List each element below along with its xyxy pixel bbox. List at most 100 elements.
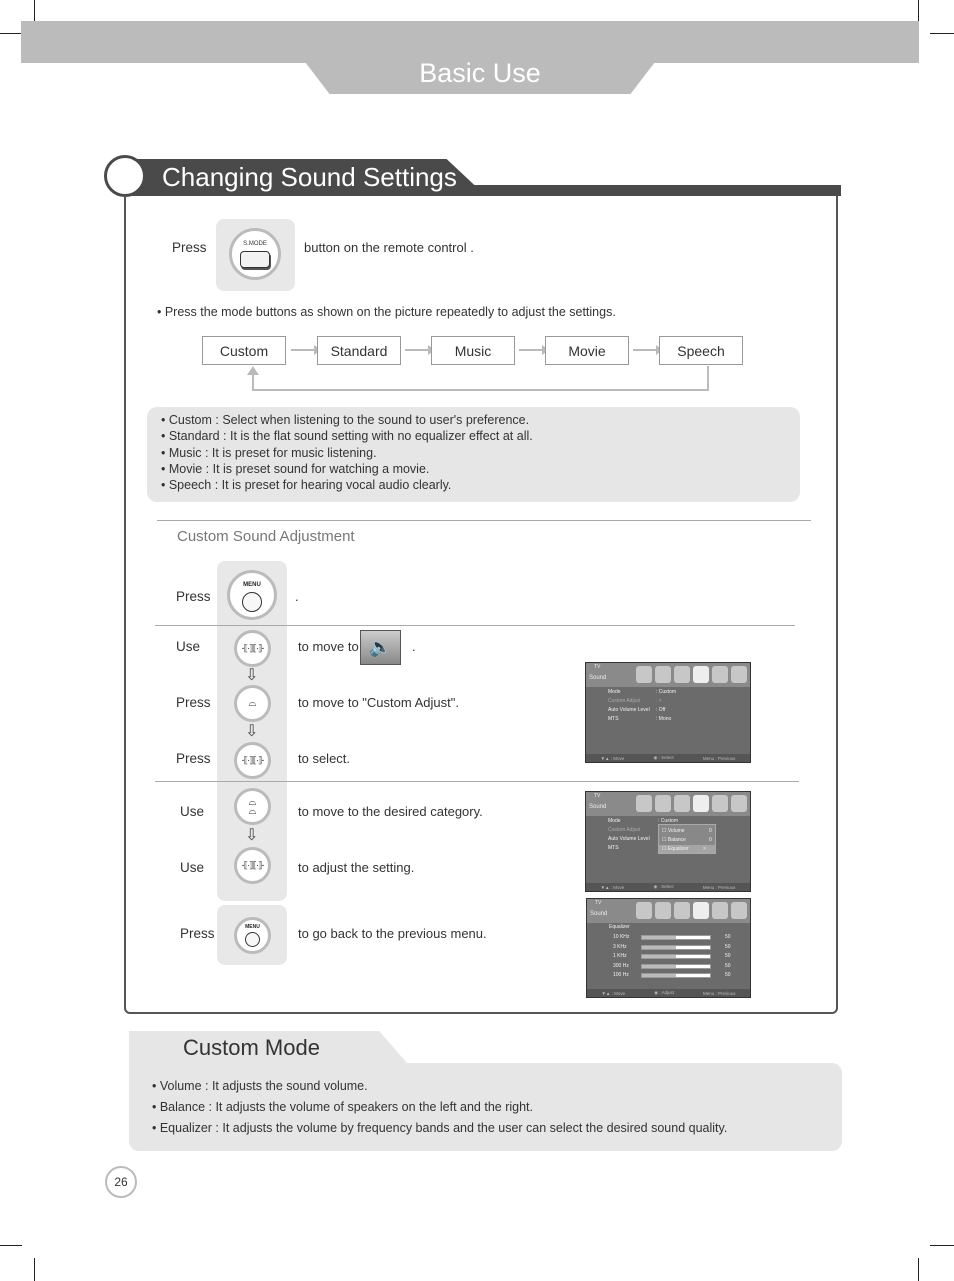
crop-mark [918, 0, 919, 22]
step-verb: Use [180, 860, 205, 875]
divider [155, 625, 795, 626]
tv-screen-sound-menu: TV Sound Mode : Custom Custom Adjust : >… [585, 662, 751, 763]
arrow-up-icon [247, 366, 259, 375]
left-right-button[interactable]: -⟦·⟧⟦·⟧- [234, 630, 271, 667]
tv-footer-hint: ▼▲ : Move [600, 755, 625, 761]
tv-menu-icons [636, 666, 747, 683]
step-text: to select. [298, 751, 351, 766]
arrow-right-icon [291, 345, 321, 355]
popup-item: ☐ Volume [662, 828, 685, 834]
mode-description: • Speech : It is preset for hearing voca… [161, 478, 452, 492]
tv-row-label: Mode [608, 818, 621, 824]
lock-icon [731, 795, 747, 812]
tv-label: TV [594, 793, 601, 799]
smode-button-panel: S.MODE [216, 219, 295, 291]
tv-footer-hint: ▼▲ : Move [601, 990, 626, 996]
down-button[interactable]: ⌓ [234, 685, 271, 722]
tv-label: TV [595, 900, 602, 906]
mode-box-movie: Movie [545, 336, 629, 365]
tv-row-value: : > [656, 698, 662, 704]
eq-band-slider[interactable] [641, 944, 711, 950]
eq-band-fill [642, 955, 676, 958]
tv-screen-equalizer: TV Sound Equalizer 10 KHz 50 3 KHz 50 1 KHz 5… [586, 898, 751, 998]
menu-key-icon [245, 932, 260, 947]
equalizer-header: Equalizer [609, 924, 630, 930]
picture-icon [636, 795, 652, 812]
crop-mark [930, 1245, 954, 1246]
divider [157, 520, 811, 521]
tv-row-label: Auto Volume Level [608, 707, 650, 713]
setup-icon [712, 902, 728, 919]
tv-footer: ▼▲ : Move ◉ : Adjust Menu : Previous [587, 989, 750, 997]
channel-icon [655, 902, 671, 919]
mode-description: • Music : It is preset for music listeni… [161, 446, 377, 460]
menu-key-icon [242, 592, 262, 612]
left-right-button[interactable]: -⟦·⟧⟦·⟧- [234, 847, 271, 884]
arrow-right-icon [405, 345, 435, 355]
step-text: to move to [298, 639, 359, 654]
tv-footer-hint: ▼▲ : Move [600, 884, 625, 890]
smode-button[interactable]: S.MODE [229, 228, 281, 280]
popup-item: ☐ Balance [662, 837, 686, 843]
section-title: Changing Sound Settings [162, 162, 457, 192]
left-right-icon: -⟦·⟧⟦·⟧- [241, 643, 265, 653]
menu-label: MENU [245, 924, 260, 930]
up-down-button[interactable]: ⌓ ⌓ [234, 788, 271, 825]
input-icon [674, 902, 690, 919]
mode-box-custom: Custom [202, 336, 286, 365]
loop-line [707, 366, 709, 391]
eq-band-label: 300 Hz [613, 962, 629, 969]
crop-mark [918, 1258, 919, 1281]
eq-band-slider[interactable] [641, 963, 711, 969]
step-verb: Press [176, 695, 211, 710]
custom-mode-line: • Balance : It adjusts the volume of spe… [152, 1100, 533, 1114]
menu-button[interactable]: MENU [234, 917, 271, 954]
crop-mark [930, 33, 954, 34]
mode-description: • Movie : It is preset sound for watchin… [161, 462, 430, 476]
tv-menu-title: Sound [589, 804, 607, 810]
popup-value: 0 [709, 828, 712, 834]
tv-menu-title: Sound [589, 675, 607, 681]
down-arrow-icon: ⇩ [245, 827, 259, 844]
mode-box-standard: Standard [317, 336, 401, 365]
step-verb: Use [180, 804, 205, 819]
sound-icon [693, 795, 709, 812]
tv-row-value: : Mono [656, 716, 672, 722]
eq-band-slider[interactable] [641, 954, 711, 959]
down-key-icon: ⌓ [248, 698, 257, 709]
step-text: to move to "Custom Adjust". [298, 695, 459, 710]
sound-menu-speaker-icon: 🔈 [360, 630, 401, 665]
tv-menu-icons [636, 795, 747, 812]
eq-band-value: 50 [725, 962, 731, 969]
arrow-right-icon [519, 345, 549, 355]
popup-value: 0 [709, 837, 712, 843]
header-bar [21, 21, 919, 63]
menu-button[interactable]: MENU [227, 570, 277, 620]
tv-row-value: : Off [656, 707, 666, 713]
step-verb: Press [176, 751, 211, 766]
eq-band-slider[interactable] [641, 935, 711, 940]
tv-row-value: : Custom [656, 689, 677, 695]
press-label: Press [172, 240, 207, 255]
crop-mark [34, 0, 35, 22]
left-right-icon: -⟦·⟧⟦·⟧- [241, 860, 265, 870]
eq-band-slider[interactable] [641, 973, 711, 978]
channel-icon [655, 795, 671, 812]
left-right-button[interactable]: -⟦·⟧⟦·⟧- [234, 742, 271, 779]
tv-menu-icons [636, 902, 747, 919]
tv-footer-hint: Menu : Previous [702, 990, 736, 996]
setup-icon [712, 795, 728, 812]
eq-band-label: 1 KHz [613, 953, 627, 959]
arrow-right-icon [633, 345, 663, 355]
step-text-after: . [412, 639, 416, 654]
smode-label: S.MODE [243, 241, 267, 247]
mode-description: • Standard : It is the flat sound settin… [161, 429, 533, 443]
instruction-text: • Press the mode buttons as shown on the… [157, 305, 616, 319]
step-verb: Press [176, 589, 211, 604]
left-right-icon: -⟦·⟧⟦·⟧- [241, 755, 265, 765]
crop-mark [34, 1258, 35, 1281]
step-text: . [295, 589, 299, 604]
loop-line [252, 389, 709, 391]
eq-band-value: 50 [725, 953, 731, 959]
mode-box-speech: Speech [659, 336, 743, 365]
